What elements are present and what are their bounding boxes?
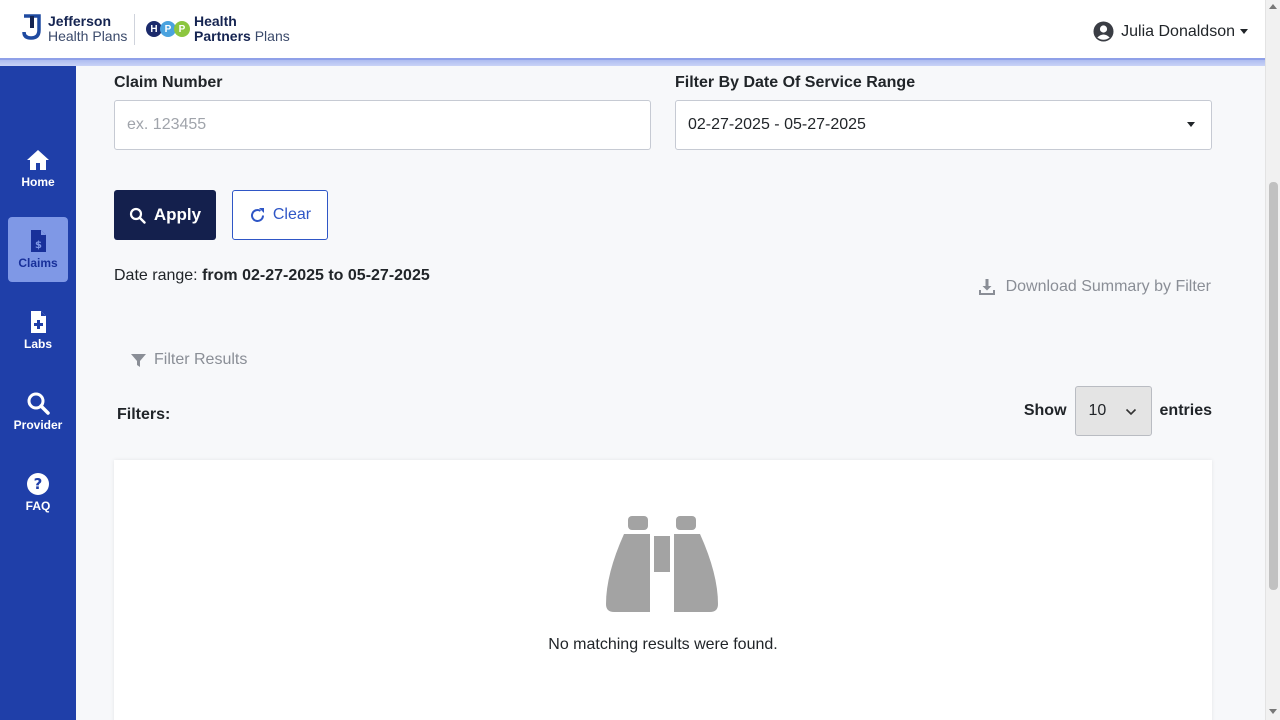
date-range-summary: Date range: from 02-27-2025 to 05-27-202…: [114, 267, 430, 285]
filter-results-label: Filter Results: [154, 351, 248, 368]
user-avatar-icon: [1093, 21, 1114, 42]
hpp-logo-line1: Health: [194, 13, 237, 29]
sidebar-item-label: Home: [21, 175, 55, 189]
search-icon: [129, 207, 146, 224]
claim-number-input[interactable]: [127, 116, 638, 134]
question-circle-icon: ?: [27, 473, 49, 495]
main-content: Claim Number Filter By Date Of Service R…: [76, 62, 1265, 720]
sidebar-item-faq[interactable]: ? FAQ: [8, 460, 68, 525]
date-range-text: from 02-27-2025 to 05-27-2025: [202, 267, 430, 284]
hpp-dot-p2: P: [174, 21, 190, 37]
hpp-logo-plans: Plans: [254, 28, 290, 44]
labs-file-plus-icon: [31, 311, 46, 333]
clear-button-label: Clear: [272, 206, 312, 223]
apply-button[interactable]: Apply: [114, 190, 216, 240]
svg-text:$: $: [35, 240, 42, 251]
sidebar-nav: Home $ Claims Labs Provider ? FAQ: [0, 62, 76, 720]
chevron-down-icon: [1125, 408, 1136, 416]
health-partners-plans-logo[interactable]: H P P Health Partners Plans: [146, 14, 290, 44]
scroll-up-arrow-icon[interactable]: [1269, 4, 1277, 9]
hpp-dots-icon: H P P: [146, 21, 190, 37]
search-icon: [27, 392, 50, 415]
sidebar-item-label: Claims: [18, 256, 58, 270]
show-label: Show: [1023, 402, 1067, 419]
download-summary-label: Download Summary by Filter: [1005, 278, 1211, 295]
download-summary-button[interactable]: Download Summary by Filter: [978, 278, 1211, 296]
page-scrollbar[interactable]: [1265, 0, 1280, 720]
jefferson-logo-icon: [22, 14, 41, 40]
date-filter-label: Filter By Date Of Service Range: [675, 74, 916, 91]
sidebar-item-labs[interactable]: Labs: [8, 298, 68, 363]
sidebar-item-label: Provider: [13, 418, 63, 432]
scroll-thumb[interactable]: [1269, 182, 1278, 590]
user-name: Julia Donaldson: [1121, 22, 1235, 40]
logo-divider: [134, 14, 135, 45]
jefferson-logo-line1: Jefferson: [48, 13, 112, 29]
refresh-icon: [250, 207, 264, 222]
show-entries-control: Show 10 entries: [1024, 386, 1212, 436]
sidebar-item-home[interactable]: Home: [8, 136, 68, 201]
filter-results-button[interactable]: Filter Results: [130, 351, 247, 369]
svg-text:?: ?: [34, 475, 43, 493]
date-range-select[interactable]: 02-27-2025 - 05-27-2025: [675, 100, 1212, 150]
binoculars-icon: [606, 516, 718, 612]
date-range-value: 02-27-2025 - 05-27-2025: [688, 116, 866, 133]
results-card: No matching results were found.: [114, 460, 1212, 720]
home-icon: [27, 150, 49, 170]
filter-funnel-icon: [131, 353, 146, 367]
entries-per-page-select[interactable]: 10: [1074, 386, 1152, 436]
top-header: Jefferson Health Plans H P P Health Part…: [0, 0, 1265, 60]
apply-button-label: Apply: [153, 205, 202, 224]
claim-number-label: Claim Number: [114, 74, 223, 91]
sidebar-item-label: FAQ: [25, 499, 51, 513]
filters-label: Filters:: [117, 406, 171, 423]
jefferson-logo-line2: Health Plans: [48, 28, 128, 44]
hpp-logo-partners: Partners: [194, 28, 251, 44]
sidebar-item-claims[interactable]: $ Claims: [8, 217, 68, 282]
scroll-down-arrow-icon[interactable]: [1269, 709, 1277, 714]
sidebar-item-provider[interactable]: Provider: [8, 379, 68, 444]
clear-button[interactable]: Clear: [232, 190, 328, 240]
no-results-message: No matching results were found.: [548, 636, 778, 653]
claims-file-dollar-icon: $: [31, 230, 46, 252]
sidebar-item-label: Labs: [23, 337, 52, 351]
entries-label: entries: [1159, 402, 1212, 419]
date-range-prefix: Date range:: [114, 267, 198, 284]
chevron-down-icon: [1240, 29, 1248, 34]
header-accent-bar: [0, 60, 1265, 66]
download-icon: [978, 279, 995, 295]
entries-value: 10: [1088, 402, 1107, 419]
caret-down-icon: [1187, 122, 1195, 127]
user-menu-dropdown[interactable]: Julia Donaldson: [1093, 21, 1248, 42]
claim-number-field-wrapper: [114, 100, 651, 150]
jefferson-health-plans-logo[interactable]: Jefferson Health Plans: [22, 14, 127, 44]
